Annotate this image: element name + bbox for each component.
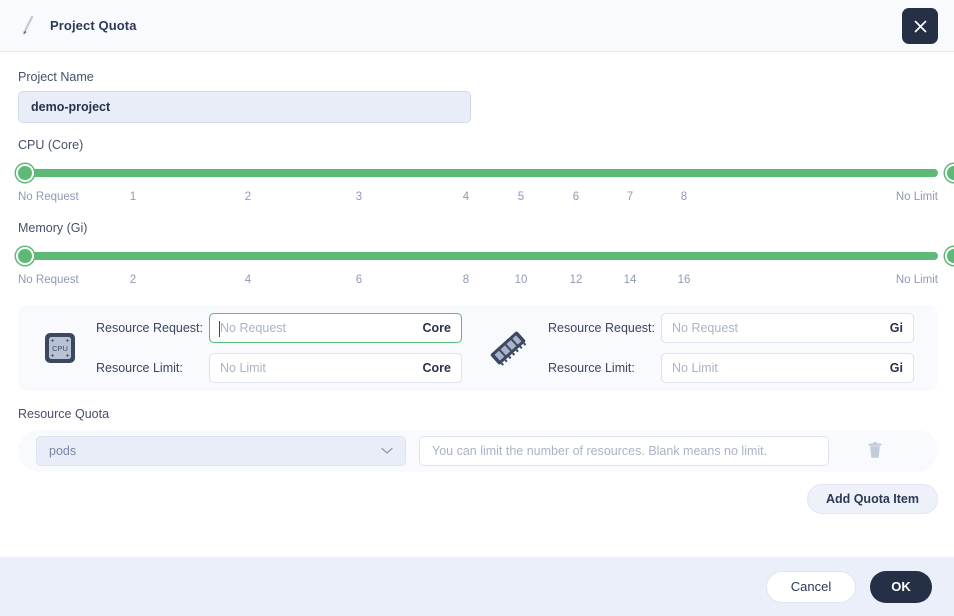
memory-request-input[interactable]: No Request Gi bbox=[661, 313, 914, 343]
memory-limit-row: Resource Limit: No Limit Gi bbox=[548, 353, 914, 383]
cpu-request-placeholder: No Request bbox=[220, 321, 423, 335]
memory-request-placeholder: No Request bbox=[672, 321, 890, 335]
slider-tick-label: 10 bbox=[515, 273, 528, 287]
add-quota-row: Add Quota Item bbox=[18, 484, 938, 514]
project-name-value: demo-project bbox=[31, 100, 110, 114]
project-name-label: Project Name bbox=[18, 70, 936, 84]
slider-tick-label: 14 bbox=[624, 273, 637, 287]
cpu-limit-placeholder: No Limit bbox=[220, 361, 423, 375]
cpu-slider[interactable] bbox=[18, 164, 938, 182]
memory-limit-placeholder: No Limit bbox=[672, 361, 890, 375]
memory-limit-input[interactable]: No Limit Gi bbox=[661, 353, 914, 383]
cpu-limit-unit: Core bbox=[423, 361, 451, 375]
slider-tick-label: 8 bbox=[463, 273, 469, 287]
trash-icon bbox=[867, 441, 883, 462]
cpu-slider-handle-min[interactable] bbox=[16, 164, 34, 182]
slider-tick-label: No Limit bbox=[896, 190, 938, 204]
slider-tick-label: 16 bbox=[678, 273, 691, 287]
cpu-slider-block: CPU (Core) No Request 1 2 3 4 5 6 7 8 No Limit bbox=[18, 138, 936, 206]
memory-slider-handle-min[interactable] bbox=[16, 247, 34, 265]
text-caret bbox=[219, 321, 220, 337]
memory-slider-block: Memory (Gi) No Request 2 4 6 8 10 12 14 16 No Lim… bbox=[18, 221, 936, 289]
resource-quota-section: Resource Quota pods You can limit the nu… bbox=[18, 407, 936, 514]
cpu-limit-row: Resource Limit: No Limit Core bbox=[96, 353, 462, 383]
cpu-request-row: Resource Request: No Request Core bbox=[96, 313, 462, 343]
slider-tick-label: 2 bbox=[130, 273, 136, 287]
dialog-header: Project Quota bbox=[0, 0, 954, 52]
memory-slider[interactable] bbox=[18, 247, 938, 265]
delete-quota-item-button[interactable] bbox=[863, 438, 887, 464]
resource-quota-label: Resource Quota bbox=[18, 407, 936, 421]
quota-type-value: pods bbox=[49, 444, 381, 458]
dialog-body: Project Name demo-project CPU (Core) No … bbox=[0, 52, 954, 557]
slider-tick-label: 12 bbox=[570, 273, 583, 287]
memory-limit-label: Resource Limit: bbox=[548, 361, 661, 375]
slider-tick-label: 4 bbox=[463, 190, 469, 204]
cpu-slider-track[interactable] bbox=[18, 169, 938, 177]
slider-tick-label: 8 bbox=[681, 190, 687, 204]
cpu-slider-handle-max[interactable] bbox=[945, 164, 954, 182]
slider-tick-label: No Limit bbox=[896, 273, 938, 287]
cpu-limit-input[interactable]: No Limit Core bbox=[209, 353, 462, 383]
memory-request-label: Resource Request: bbox=[548, 321, 661, 335]
close-button[interactable] bbox=[902, 8, 938, 44]
resource-card: CPU Resource Request: No Request Core Re… bbox=[18, 305, 938, 391]
cpu-request-unit: Core bbox=[423, 321, 451, 335]
quota-limit-input[interactable]: You can limit the number of resources. B… bbox=[419, 436, 829, 466]
memory-limit-unit: Gi bbox=[890, 361, 903, 375]
memory-slider-track[interactable] bbox=[18, 252, 938, 260]
quota-type-select[interactable]: pods bbox=[36, 436, 406, 466]
slider-tick-label: 1 bbox=[130, 190, 136, 204]
svg-text:CPU: CPU bbox=[52, 344, 68, 353]
cpu-slider-ticks: No Request 1 2 3 4 5 6 7 8 No Limit bbox=[18, 190, 938, 206]
cpu-chip-icon: CPU bbox=[42, 330, 78, 366]
cpu-slider-label: CPU (Core) bbox=[18, 138, 936, 152]
memory-slider-handle-max[interactable] bbox=[945, 247, 954, 265]
slider-tick-label: No Request bbox=[18, 273, 79, 287]
slider-tick-label: 2 bbox=[245, 190, 251, 204]
quota-limit-placeholder: You can limit the number of resources. B… bbox=[432, 444, 767, 458]
slider-tick-label: 7 bbox=[627, 190, 633, 204]
cpu-request-input[interactable]: No Request Core bbox=[209, 313, 462, 343]
cpu-limit-label: Resource Limit: bbox=[96, 361, 209, 375]
slider-tick-label: 6 bbox=[356, 273, 362, 287]
chevron-down-icon bbox=[381, 442, 393, 460]
cpu-request-label: Resource Request: bbox=[96, 321, 209, 335]
memory-request-row: Resource Request: No Request Gi bbox=[548, 313, 914, 343]
cancel-button[interactable]: Cancel bbox=[766, 571, 856, 603]
cpu-resource-group: CPU Resource Request: No Request Core Re… bbox=[42, 313, 489, 383]
cpu-resource-rows: Resource Request: No Request Core Resour… bbox=[96, 313, 462, 383]
quota-row: pods You can limit the number of resourc… bbox=[18, 430, 938, 472]
project-quota-dialog: Project Quota Project Name demo-project … bbox=[0, 0, 954, 616]
slider-tick-label: 3 bbox=[356, 190, 362, 204]
memory-request-unit: Gi bbox=[890, 321, 903, 335]
page-title: Project Quota bbox=[50, 18, 137, 33]
ok-button[interactable]: OK bbox=[870, 571, 932, 603]
project-name-field: Project Name demo-project bbox=[18, 70, 936, 123]
memory-slider-label: Memory (Gi) bbox=[18, 221, 936, 235]
memory-stick-icon bbox=[486, 328, 530, 368]
slider-tick-label: 5 bbox=[518, 190, 524, 204]
slider-tick-label: No Request bbox=[18, 190, 79, 204]
memory-resource-group: Resource Request: No Request Gi Resource… bbox=[489, 313, 914, 383]
memory-slider-ticks: No Request 2 4 6 8 10 12 14 16 No Limit bbox=[18, 273, 938, 289]
dialog-footer: Cancel OK bbox=[0, 557, 954, 616]
add-quota-item-button[interactable]: Add Quota Item bbox=[807, 484, 938, 514]
close-icon bbox=[913, 19, 928, 34]
slider-tick-label: 4 bbox=[245, 273, 251, 287]
project-name-input[interactable]: demo-project bbox=[18, 91, 471, 123]
memory-resource-rows: Resource Request: No Request Gi Resource… bbox=[548, 313, 914, 383]
slash-pen-icon bbox=[18, 15, 38, 37]
slider-tick-label: 6 bbox=[573, 190, 579, 204]
